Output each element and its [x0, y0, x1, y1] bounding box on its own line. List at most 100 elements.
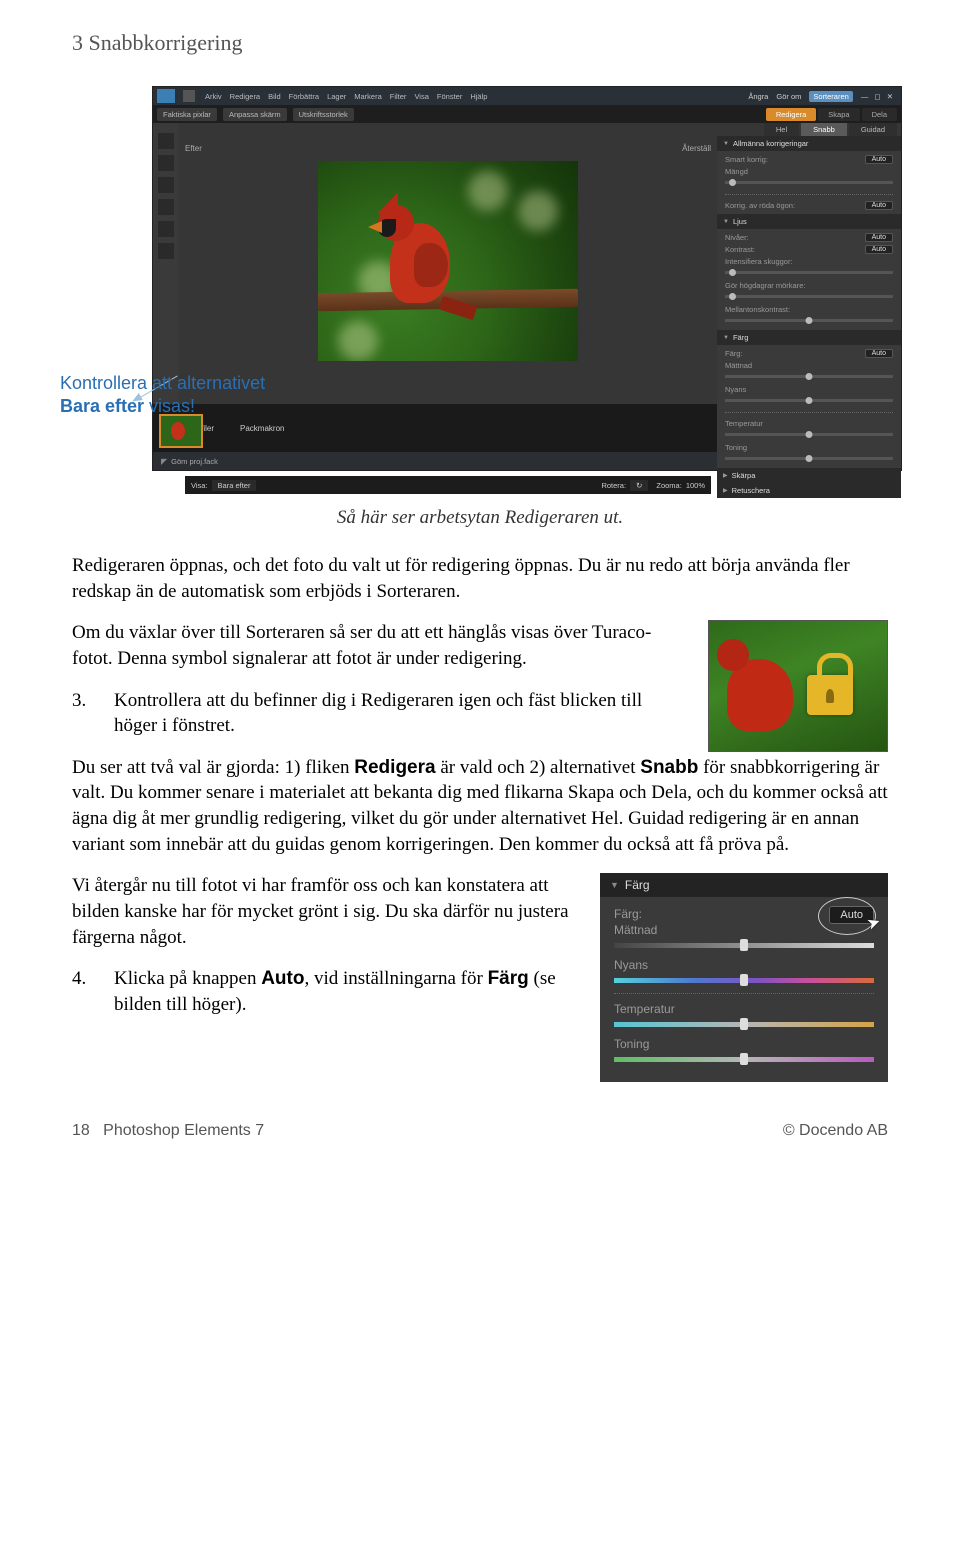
chapter-header: 3 Snabbkorrigering [72, 30, 888, 56]
tab-skapa[interactable]: Skapa [818, 108, 859, 121]
midtone-label: Mellantonskontrast: [725, 305, 893, 314]
contrast-auto-button[interactable]: Auto [865, 245, 893, 254]
brighten-label: Intensifiera skuggor: [725, 257, 893, 266]
step-3-num: 3. [72, 688, 98, 739]
footer-copyright: © Docendo AB [783, 1122, 888, 1140]
hand-tool-icon[interactable] [158, 155, 174, 171]
menu-redigera[interactable]: Redigera [230, 92, 260, 101]
page-number: 18 [72, 1122, 90, 1139]
menu-hjalp[interactable]: Hjälp [470, 92, 487, 101]
home-icon[interactable] [183, 90, 195, 102]
temp-slider[interactable] [725, 433, 893, 436]
temp-label: Temperatur [725, 419, 893, 428]
midtone-slider[interactable] [725, 319, 893, 322]
satt-label-2: Mättnad [614, 923, 874, 937]
menu-visa[interactable]: Visa [414, 92, 428, 101]
rotate-icon[interactable]: ↻ [630, 480, 648, 491]
zoom-tool-icon[interactable] [158, 133, 174, 149]
toning-label: Toning [725, 443, 893, 452]
nyans-slider[interactable] [725, 399, 893, 402]
status-text[interactable]: Göm proj.fack [171, 457, 218, 466]
status-bar: Göm proj.fack [153, 452, 717, 470]
toning-slider[interactable] [725, 457, 893, 460]
menu-fonster[interactable]: Fönster [437, 92, 462, 101]
farg-auto-wrap: Auto ➤ [829, 907, 874, 921]
window-controls[interactable]: — ◻ ✕ [861, 92, 895, 101]
amount-label: Mängd [725, 167, 893, 176]
temp-slider-2[interactable] [614, 1022, 874, 1027]
subtab-snabb[interactable]: Snabb [801, 123, 847, 136]
darken-slider[interactable] [725, 295, 893, 298]
menu-forbattra[interactable]: Förbättra [289, 92, 319, 101]
redeye-label: Korrig. av röda ögon: [725, 201, 861, 210]
lock-thumbnail [708, 620, 888, 752]
smart-label: Smart korrig: [725, 155, 861, 164]
redeye-auto-button[interactable]: Auto [865, 201, 893, 210]
canvas-bottom-bar: Visa:Bara efter Rotera:↻ Zooma:100% [185, 476, 711, 494]
menu-bild[interactable]: Bild [268, 92, 281, 101]
amount-slider[interactable] [725, 181, 893, 184]
tab-anpassa[interactable]: Anpassa skärm [223, 108, 287, 121]
darken-label: Gör högdagrar mörkare: [725, 281, 893, 290]
callout-line1: Kontrollera att alternativet [60, 373, 265, 393]
step-3: 3. Kontrollera att du befinner dig i Red… [72, 688, 690, 739]
undo-button[interactable]: Ångra [748, 92, 768, 101]
farg-label-2: Färg: [614, 907, 829, 921]
smart-auto-button[interactable]: Auto [865, 155, 893, 164]
toning-slider-2[interactable] [614, 1057, 874, 1062]
menu-arkiv[interactable]: Arkiv [205, 92, 222, 101]
tab-faktiska[interactable]: Faktiska pixlar [157, 108, 217, 121]
farg-auto-button[interactable]: Auto [865, 349, 893, 358]
tab-dela[interactable]: Dela [862, 108, 897, 121]
toning-label-2: Toning [614, 1037, 874, 1051]
nyans-slider-2[interactable] [614, 978, 874, 983]
paragraph-4: Vi återgår nu till fotot vi har framför … [72, 873, 572, 950]
satt-slider-2[interactable] [614, 943, 874, 948]
subtab-guidad[interactable]: Guidad [849, 123, 897, 136]
farg-panel-detail: Färg Färg: Auto ➤ Mättnad Nyans [600, 873, 888, 1082]
callout-annotation: Kontrollera att alternativet Bara efter … [60, 372, 290, 417]
select-tool-icon[interactable] [158, 177, 174, 193]
levels-auto-button[interactable]: Auto [865, 233, 893, 242]
thumbnail[interactable] [159, 414, 203, 448]
farg-panel-header[interactable]: Färg [600, 873, 888, 897]
s4b: , vid inställningarna för [304, 968, 487, 989]
section-sharp[interactable]: Skärpa [717, 468, 901, 483]
footer-title: Photoshop Elements 7 [103, 1122, 264, 1139]
s4a: Klicka på knappen [114, 968, 261, 989]
callout-bold: Bara efter [60, 396, 144, 416]
app-logo-icon [157, 89, 175, 103]
photo-canvas[interactable] [318, 161, 578, 361]
zoom-value[interactable]: 100% [686, 481, 705, 490]
nyans-label: Nyans [725, 385, 893, 394]
menu-markera[interactable]: Markera [354, 92, 382, 101]
visa-label: Visa: [191, 481, 208, 490]
visa-dropdown[interactable]: Bara efter [212, 480, 257, 491]
menu-lager[interactable]: Lager [327, 92, 346, 101]
section-color[interactable]: Färg [717, 330, 901, 345]
figure-caption: Så här ser arbetsytan Redigeraren ut. [72, 507, 888, 529]
whiten-tool-icon[interactable] [158, 243, 174, 259]
s4-auto: Auto [261, 968, 304, 989]
tab-redigera[interactable]: Redigera [766, 108, 816, 121]
section-general[interactable]: Allmänna korrigeringar [717, 136, 901, 151]
redeye-tool-icon[interactable] [158, 221, 174, 237]
brighten-slider[interactable] [725, 271, 893, 274]
redo-button[interactable]: Gör om [776, 92, 801, 101]
view-label-efter: Efter [185, 144, 202, 153]
tab-utskrift[interactable]: Utskriftsstorlek [293, 108, 354, 121]
reset-button[interactable]: Återställ [682, 144, 711, 153]
p3b: är vald och 2) alternativet [436, 757, 641, 778]
nyans-label-2: Nyans [614, 958, 874, 972]
subtab-hel[interactable]: Hel [764, 123, 799, 136]
menu-filter[interactable]: Filter [390, 92, 407, 101]
step-4-text: Klicka på knappen Auto, vid inställninga… [114, 966, 572, 1017]
p3a: Du ser att två val är gjorda: 1) fliken [72, 757, 354, 778]
crop-tool-icon[interactable] [158, 199, 174, 215]
packmakron-label[interactable]: Packmakron [240, 424, 284, 433]
sorteraren-button[interactable]: Sorteraren [809, 91, 852, 102]
satt-slider[interactable] [725, 375, 893, 378]
section-retouch[interactable]: Retuschera [717, 483, 901, 498]
section-light[interactable]: Ljus [717, 214, 901, 229]
zoom-label: Zooma: [656, 481, 681, 490]
